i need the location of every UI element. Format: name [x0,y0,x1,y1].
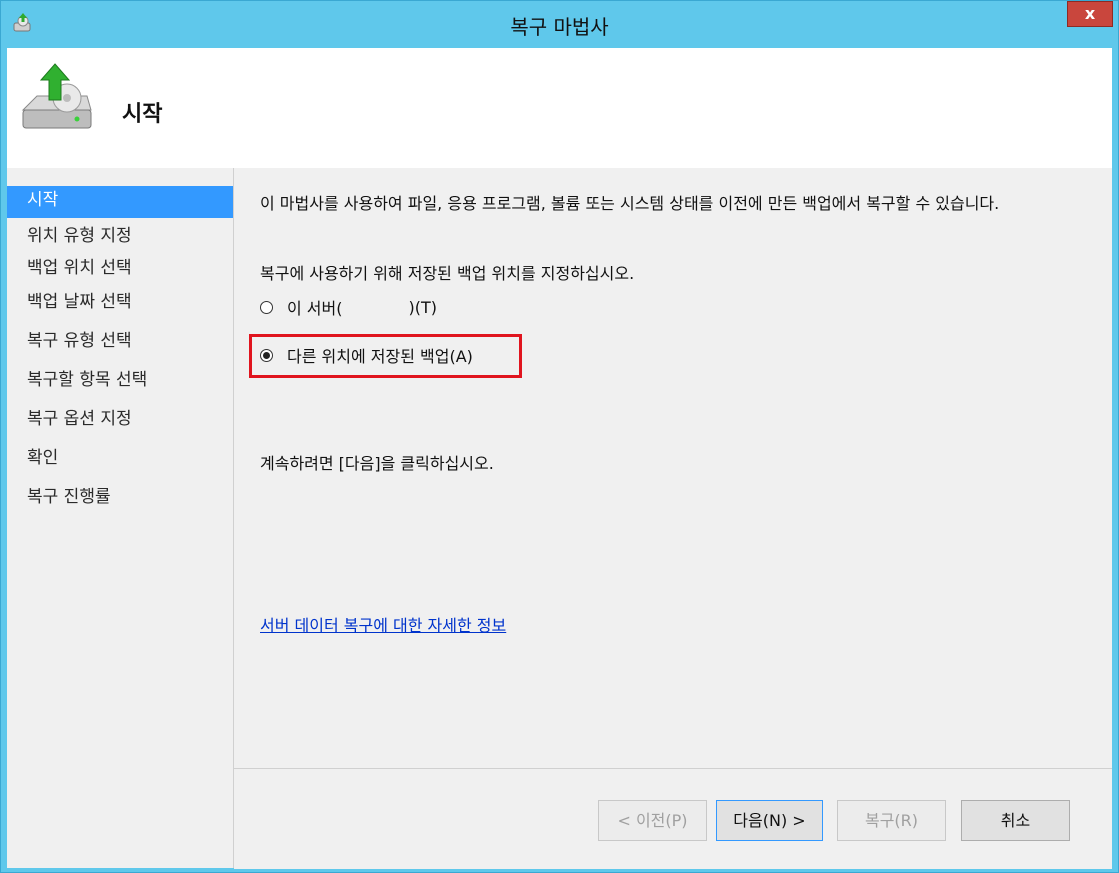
sidebar-item-recovery-type: 복구 유형 선택 [27,331,132,351]
wizard-button-bar: < 이전(P) 다음(N) > 복구(R) 취소 [234,768,1112,869]
sidebar-item-recovery-options: 복구 옵션 지정 [27,409,132,429]
wizard-steps-sidebar: 시작 위치 유형 지정 백업 위치 선택 백업 날짜 선택 복구 유형 선택 복… [7,168,234,868]
highlight-annotation-box [249,334,522,378]
sidebar-item-start: 시작 [7,186,233,218]
continue-instruction: 계속하려면 [다음]을 클릭하십시오. [260,454,494,473]
option-this-server-prefix: 이 서버( [287,299,343,318]
location-prompt: 복구에 사용하기 위해 저장된 백업 위치를 지정하십시오. [260,264,635,283]
next-button[interactable]: 다음(N) > [716,800,823,841]
wizard-header: 시작 [7,48,1112,168]
sidebar-item-location-type: 위치 유형 지정 [27,226,132,246]
option-this-server-suffix: )(T) [408,297,438,317]
wizard-content: 시작 시작 위치 유형 지정 백업 위치 선택 백업 날짜 선택 복구 유형 선… [7,48,1112,869]
radio-this-server[interactable] [260,300,273,314]
recover-button[interactable]: 복구(R) [837,800,946,841]
redacted-server-name [342,299,409,315]
sidebar-item-backup-date: 백업 날짜 선택 [27,292,132,312]
close-button[interactable]: x [1067,1,1113,27]
wizard-main-panel: 이 마법사를 사용하여 파일, 응용 프로그램, 볼륨 또는 시스템 상태를 이… [234,168,1112,768]
sidebar-item-confirmation: 확인 [27,448,59,468]
sidebar-item-select-items: 복구할 항목 선택 [27,370,148,390]
intro-text: 이 마법사를 사용하여 파일, 응용 프로그램, 볼륨 또는 시스템 상태를 이… [260,194,1000,213]
window-title: 복구 마법사 [510,15,609,39]
sidebar-item-progress: 복구 진행률 [27,487,111,507]
page-title: 시작 [122,102,163,127]
title-bar: 복구 마법사 x [1,1,1118,48]
backup-recovery-icon [21,63,92,129]
sidebar-item-backup-location: 백업 위치 선택 [27,258,132,278]
back-button[interactable]: < 이전(P) [598,800,707,841]
recovery-wizard-window: 복구 마법사 x 시작 시작 위치 유형 지정 백업 위치 선택 백업 날짜 선… [0,0,1119,873]
option-this-server[interactable]: 이 서버( )(T) [260,296,437,318]
more-info-link[interactable]: 서버 데이터 복구에 대한 자세한 정보 [260,612,506,636]
cancel-button[interactable]: 취소 [961,800,1070,841]
